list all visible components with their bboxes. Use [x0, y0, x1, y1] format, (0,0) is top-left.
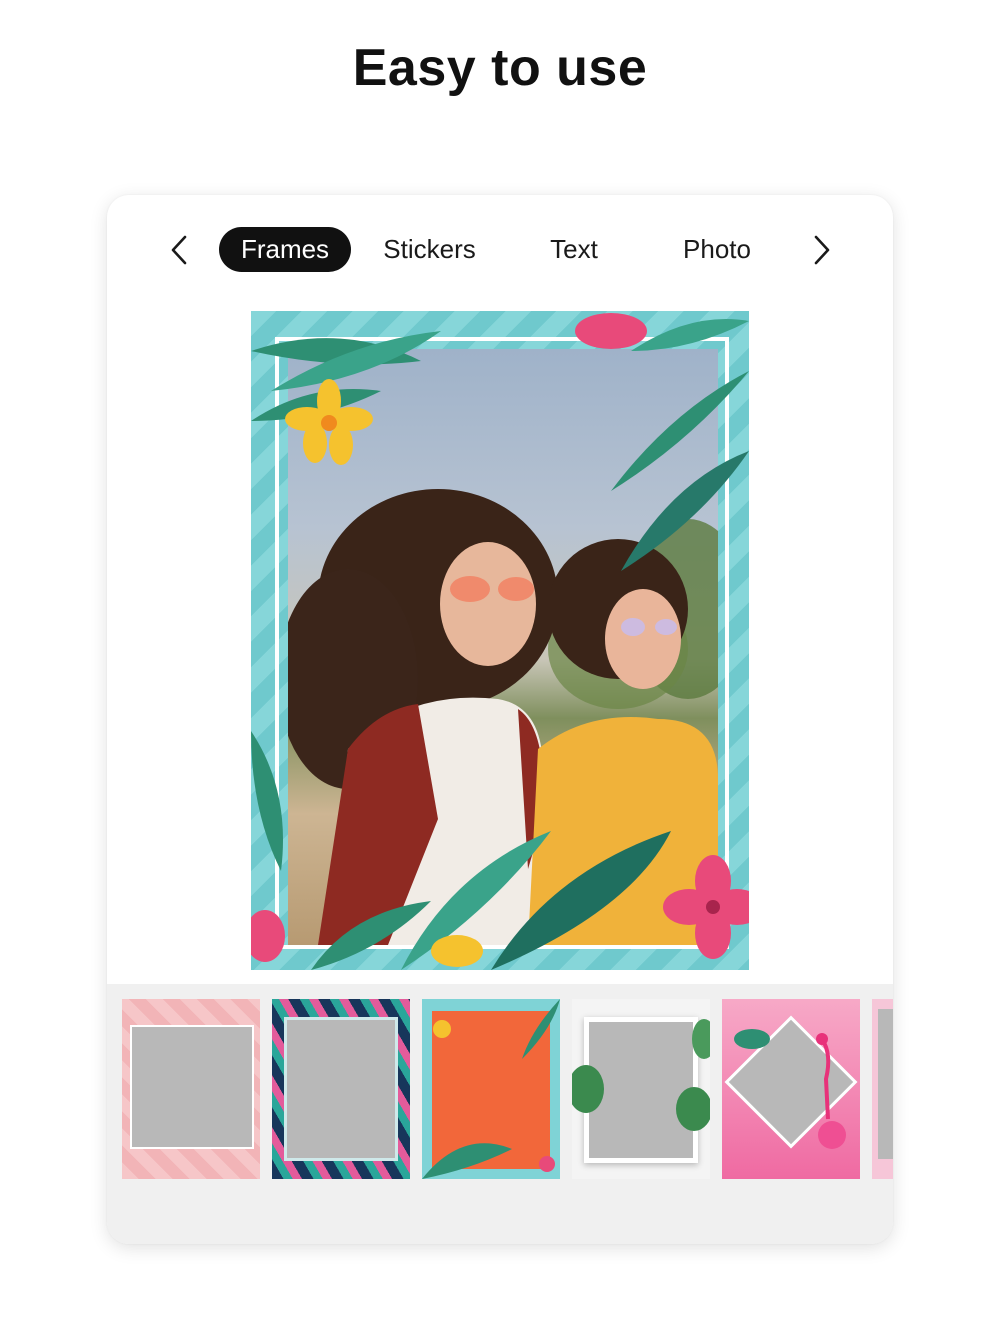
frame-thumbnail-strip: [107, 984, 893, 1244]
frame-thumbnail[interactable]: [572, 999, 710, 1179]
tab-photo[interactable]: Photo: [657, 227, 777, 272]
frame-thumbnail[interactable]: [722, 999, 860, 1179]
frame-thumbnail[interactable]: [272, 999, 410, 1179]
frame-thumbnail[interactable]: [422, 999, 560, 1179]
chevron-left-icon[interactable]: [159, 225, 199, 275]
photo-placeholder: [130, 1025, 254, 1149]
flamingo-decoration: [734, 1029, 846, 1149]
framed-photo-preview[interactable]: [251, 311, 749, 970]
tropical-leaves-decoration: [251, 313, 749, 970]
editor-card: Frames Stickers Text Photo: [107, 195, 893, 1244]
frame-thumbnail[interactable]: [122, 999, 260, 1179]
tab-text[interactable]: Text: [519, 227, 629, 272]
tool-tab-bar: Frames Stickers Text Photo: [107, 225, 893, 275]
frame-thumbnail[interactable]: [872, 999, 893, 1179]
photo-placeholder: [878, 1009, 893, 1159]
page-headline: Easy to use: [352, 39, 648, 97]
chevron-right-icon[interactable]: [802, 225, 842, 275]
leaf-decoration: [422, 999, 560, 1179]
monstera-leaf-decoration: [572, 1019, 710, 1131]
photo-placeholder: [284, 1017, 398, 1161]
tab-stickers[interactable]: Stickers: [362, 227, 497, 272]
tab-frames[interactable]: Frames: [219, 227, 351, 272]
